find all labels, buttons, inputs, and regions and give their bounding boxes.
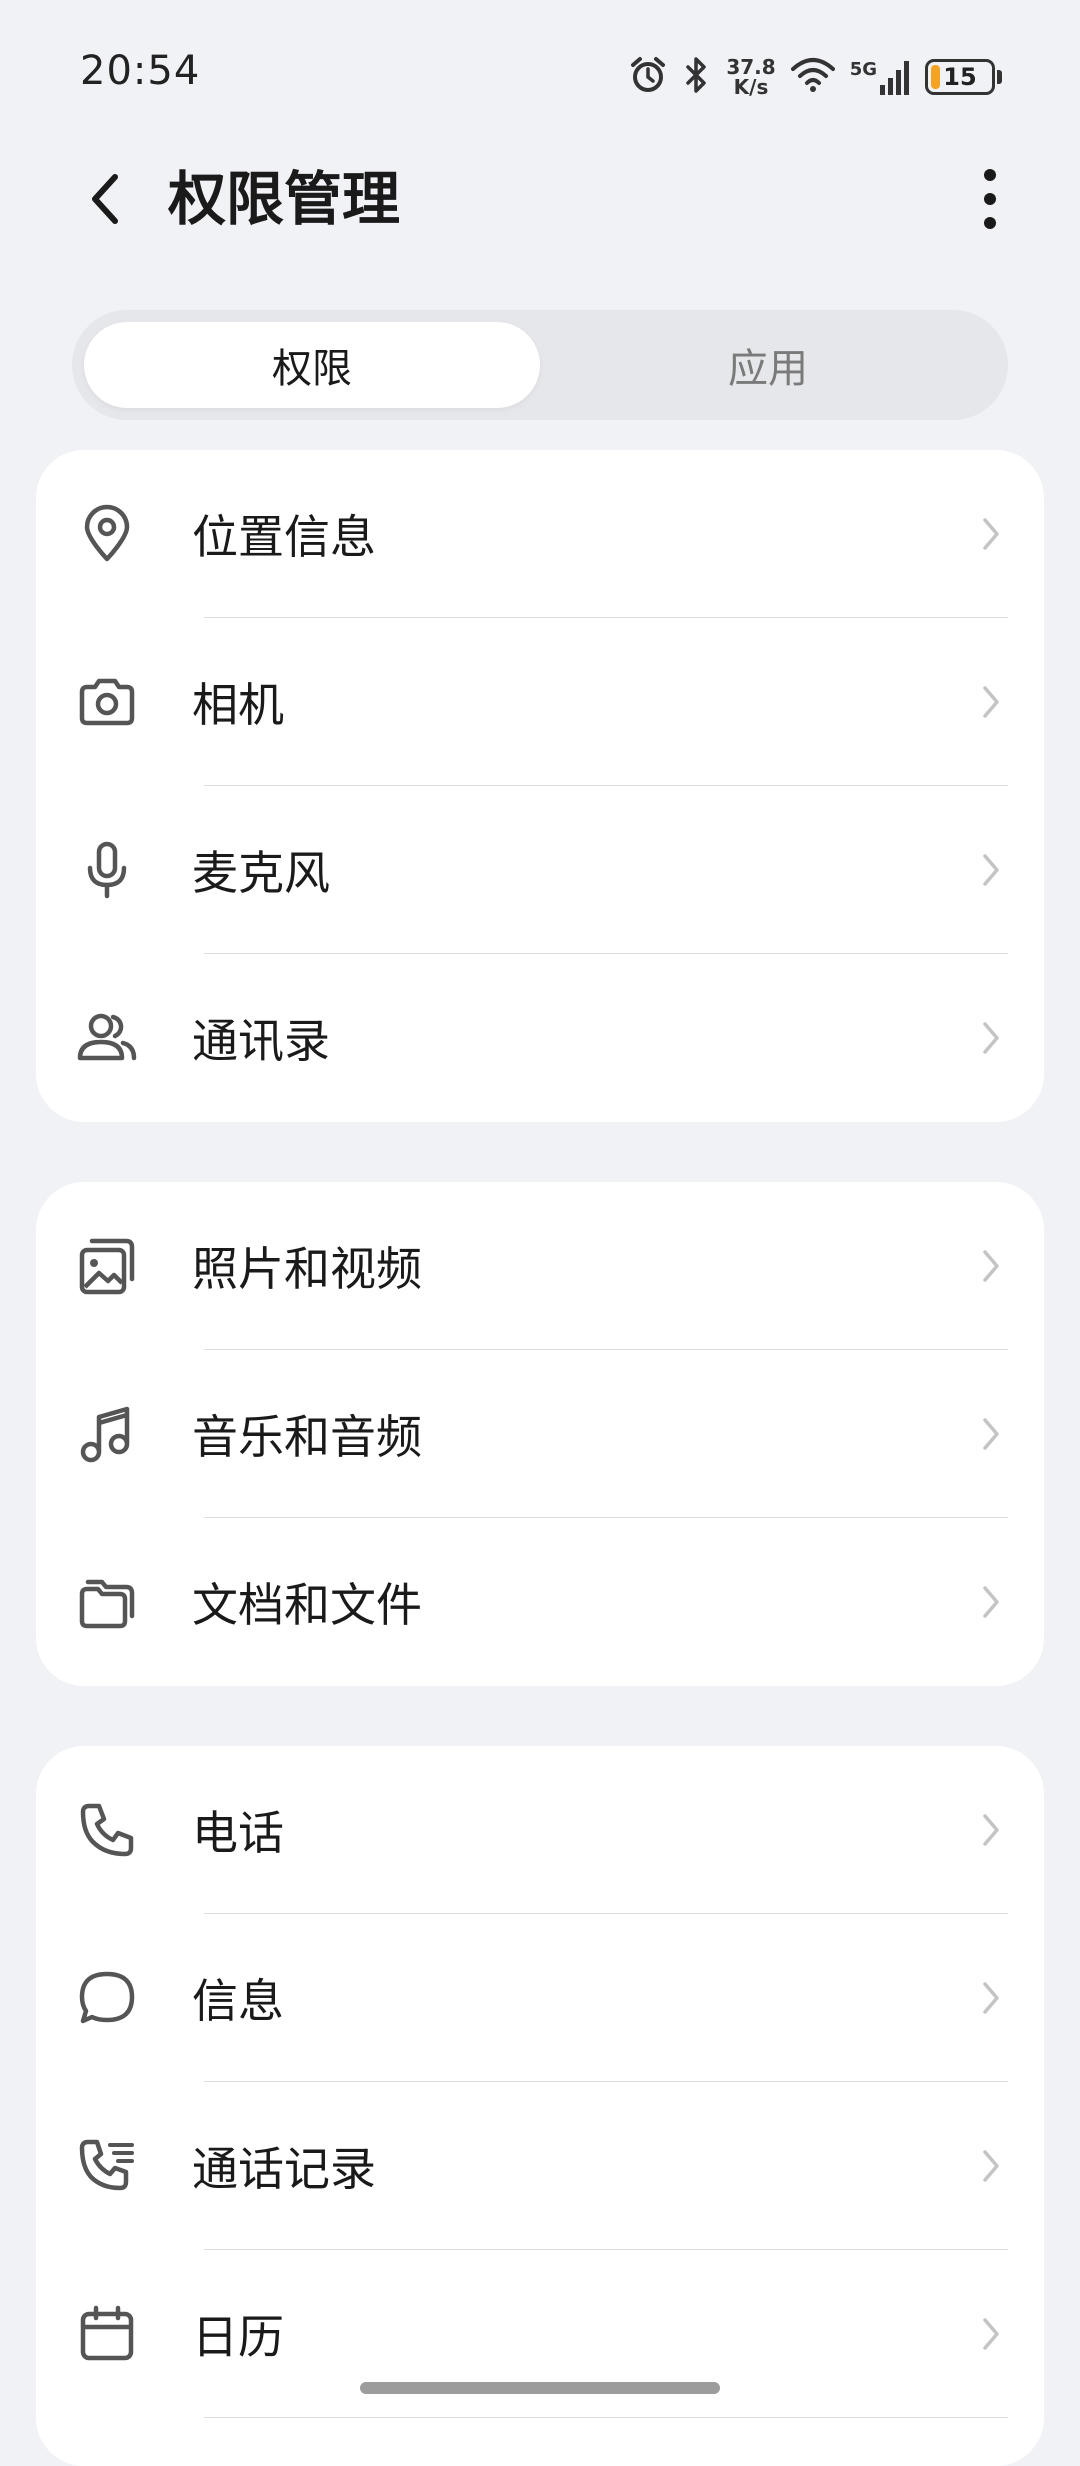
alarm-icon bbox=[628, 55, 668, 99]
bluetooth-icon bbox=[682, 55, 712, 99]
permission-item-messages[interactable]: 信息 bbox=[36, 1914, 1044, 2082]
chevron-right-icon bbox=[976, 512, 1006, 556]
wifi-icon bbox=[790, 55, 836, 99]
network-type: 5G bbox=[849, 59, 877, 80]
battery-icon: 15 bbox=[925, 59, 1002, 95]
permission-item-label: 日历 bbox=[192, 2310, 284, 2364]
music-icon bbox=[74, 1401, 140, 1467]
permission-item-label: 麦克风 bbox=[192, 846, 330, 900]
chevron-right-icon bbox=[976, 1244, 1006, 1288]
back-button[interactable] bbox=[70, 164, 140, 234]
permission-item-location[interactable]: 位置信息 bbox=[36, 450, 1044, 618]
more-options-button[interactable] bbox=[960, 164, 1020, 234]
status-icons: 37.8 K/s 5G 15 bbox=[628, 52, 1002, 102]
chevron-right-icon bbox=[976, 2144, 1006, 2188]
permission-item-contacts[interactable]: 通讯录 bbox=[36, 954, 1044, 1122]
tab-permissions[interactable]: 权限 bbox=[84, 322, 540, 408]
phone-icon bbox=[74, 1797, 140, 1863]
chevron-right-icon bbox=[976, 1808, 1006, 1852]
status-time: 20:54 bbox=[80, 48, 201, 94]
network-speed: 37.8 K/s bbox=[726, 57, 775, 97]
page-title: 权限管理 bbox=[168, 165, 401, 233]
folder-icon bbox=[74, 1569, 140, 1635]
call-log-icon bbox=[74, 2133, 140, 2199]
permission-item-call-log[interactable]: 通话记录 bbox=[36, 2082, 1044, 2250]
permission-group-2: 照片和视频 音乐和音频 文档和文件 bbox=[36, 1182, 1044, 1686]
permission-item-camera[interactable]: 相机 bbox=[36, 618, 1044, 786]
permission-item-label: 信息 bbox=[192, 1974, 284, 2028]
header: 权限管理 bbox=[0, 150, 1080, 250]
chevron-right-icon bbox=[976, 1976, 1006, 2020]
permission-item-label: 位置信息 bbox=[192, 510, 376, 564]
permission-group-1: 位置信息 相机 麦克风 通讯录 bbox=[36, 450, 1044, 1122]
divider bbox=[204, 2416, 1008, 2418]
calendar-icon bbox=[74, 2301, 140, 2367]
permission-item-label: 电话 bbox=[192, 1806, 284, 1860]
network-speed-value: 37.8 bbox=[726, 55, 776, 79]
chevron-right-icon bbox=[976, 1580, 1006, 1624]
message-icon bbox=[74, 1965, 140, 2031]
contacts-icon bbox=[74, 1005, 140, 1071]
status-bar: 20:54 37.8 K/s 5G 15 bbox=[0, 0, 1080, 150]
microphone-icon bbox=[74, 837, 140, 903]
camera-icon bbox=[74, 669, 140, 735]
chevron-right-icon bbox=[976, 848, 1006, 892]
chevron-right-icon bbox=[976, 1016, 1006, 1060]
battery-cap bbox=[997, 70, 1002, 84]
permission-item-label: 通话记录 bbox=[192, 2142, 376, 2196]
permission-group-3: 电话 信息 通话记录 日历 bbox=[36, 1746, 1044, 2466]
chevron-right-icon bbox=[976, 2312, 1006, 2356]
permission-item-label: 通讯录 bbox=[192, 1014, 330, 1068]
more-vertical-icon bbox=[984, 169, 996, 229]
permission-item-label: 文档和文件 bbox=[192, 1578, 422, 1632]
permission-item-documents[interactable]: 文档和文件 bbox=[36, 1518, 1044, 1686]
permission-item-music[interactable]: 音乐和音频 bbox=[36, 1350, 1044, 1518]
battery-body: 15 bbox=[925, 59, 995, 95]
photos-icon bbox=[74, 1233, 140, 1299]
home-indicator[interactable] bbox=[360, 2382, 720, 2394]
permission-item-label: 照片和视频 bbox=[192, 1242, 422, 1296]
permission-item-label: 音乐和音频 bbox=[192, 1410, 422, 1464]
signal-icon: 5G bbox=[850, 59, 911, 95]
battery-level: 15 bbox=[943, 63, 977, 91]
back-arrow-icon bbox=[92, 174, 118, 224]
location-icon bbox=[74, 501, 140, 567]
permission-item-label: 相机 bbox=[192, 678, 284, 732]
tab-bar: 权限 应用 bbox=[72, 310, 1008, 420]
permission-item-photos[interactable]: 照片和视频 bbox=[36, 1182, 1044, 1350]
tab-apps[interactable]: 应用 bbox=[540, 322, 996, 408]
chevron-right-icon bbox=[976, 1412, 1006, 1456]
network-speed-unit: K/s bbox=[733, 75, 769, 99]
chevron-right-icon bbox=[976, 680, 1006, 724]
permission-item-phone[interactable]: 电话 bbox=[36, 1746, 1044, 1914]
permission-item-microphone[interactable]: 麦克风 bbox=[36, 786, 1044, 954]
